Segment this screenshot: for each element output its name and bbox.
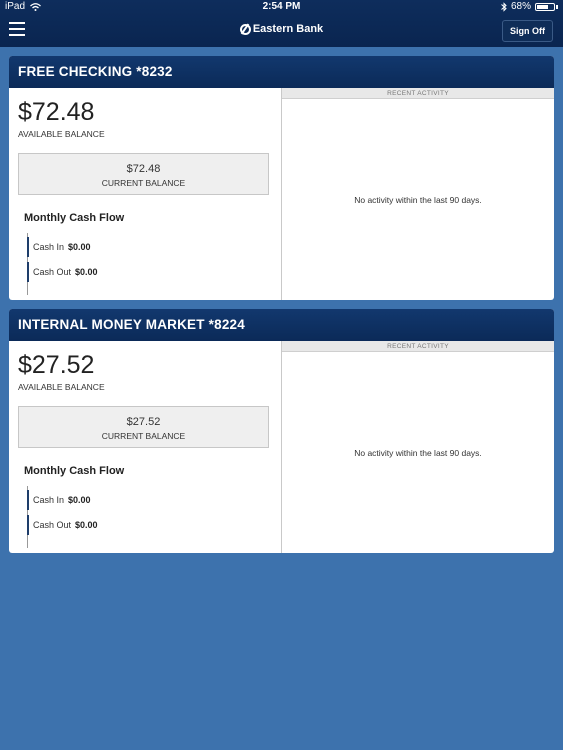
cash-out-label: Cash Out xyxy=(33,520,72,530)
cash-in-bar xyxy=(27,490,29,510)
cash-flow-title: Monthly Cash Flow xyxy=(24,212,125,224)
account-title[interactable]: FREE CHECKING *8232 xyxy=(9,56,554,88)
battery-tip xyxy=(556,5,558,9)
recent-activity-header: RECENT ACTIVITY xyxy=(282,341,554,352)
balance-panel: $72.48 AVAILABLE BALANCE $72.48 CURRENT … xyxy=(9,88,282,300)
recent-activity-header: RECENT ACTIVITY xyxy=(282,88,554,99)
available-balance-label: AVAILABLE BALANCE xyxy=(18,129,105,139)
account-card: INTERNAL MONEY MARKET *8224 $27.52 AVAIL… xyxy=(9,309,554,553)
battery-percent: 68% xyxy=(510,1,531,12)
cash-out-bar xyxy=(27,515,29,535)
current-balance-amount: $27.52 xyxy=(126,416,161,428)
balance-panel: $27.52 AVAILABLE BALANCE $27.52 CURRENT … xyxy=(9,341,282,553)
status-time: 2:54 PM xyxy=(262,1,301,12)
cash-in-label: Cash In xyxy=(33,242,65,252)
current-balance-label: CURRENT BALANCE xyxy=(101,178,186,188)
account-card: FREE CHECKING *8232 $72.48 AVAILABLE BAL… xyxy=(9,56,554,300)
cash-out-bar xyxy=(27,262,29,282)
recent-activity-panel: RECENT ACTIVITY No activity within the l… xyxy=(282,88,554,300)
cash-out-row: Cash Out $0.00 xyxy=(27,515,98,535)
cash-in-label: Cash In xyxy=(33,495,65,505)
current-balance-amount: $72.48 xyxy=(126,163,161,175)
cash-out-value: $0.00 xyxy=(75,520,98,530)
available-balance-amount: $27.52 xyxy=(18,351,95,379)
current-balance-label: CURRENT BALANCE xyxy=(101,431,186,441)
available-balance-amount: $72.48 xyxy=(18,98,95,126)
brand-logo: Eastern Bank xyxy=(0,23,563,35)
current-balance-box: $72.48 CURRENT BALANCE xyxy=(18,153,269,195)
cash-in-bar xyxy=(27,237,29,257)
battery-fill xyxy=(537,5,548,9)
recent-activity-panel: RECENT ACTIVITY No activity within the l… xyxy=(282,341,554,553)
no-activity-message: No activity within the last 90 days. xyxy=(354,195,482,205)
current-balance-box: $27.52 CURRENT BALANCE xyxy=(18,406,269,448)
cash-out-row: Cash Out $0.00 xyxy=(27,262,98,282)
sign-off-button[interactable]: Sign Off xyxy=(502,20,553,42)
available-balance-label: AVAILABLE BALANCE xyxy=(18,382,105,392)
cash-in-value: $0.00 xyxy=(68,242,91,252)
cash-in-row: Cash In $0.00 xyxy=(27,490,91,510)
top-bar: iPad 2:54 PM 68% Eastern Bank Sign Off xyxy=(0,0,563,47)
brand-name: Eastern Bank xyxy=(252,23,324,35)
cash-flow-title: Monthly Cash Flow xyxy=(24,465,125,477)
account-title[interactable]: INTERNAL MONEY MARKET *8224 xyxy=(9,309,554,341)
no-activity-message: No activity within the last 90 days. xyxy=(354,448,482,458)
cash-in-value: $0.00 xyxy=(68,495,91,505)
cash-in-row: Cash In $0.00 xyxy=(27,237,91,257)
battery-icon xyxy=(535,3,555,11)
status-bar: iPad 2:54 PM 68% xyxy=(0,0,563,14)
cash-out-value: $0.00 xyxy=(75,267,98,277)
cash-out-label: Cash Out xyxy=(33,267,72,277)
nav-bar: Eastern Bank Sign Off xyxy=(0,14,563,47)
bluetooth-icon xyxy=(501,2,507,12)
eastern-bank-logo-icon xyxy=(239,23,251,35)
